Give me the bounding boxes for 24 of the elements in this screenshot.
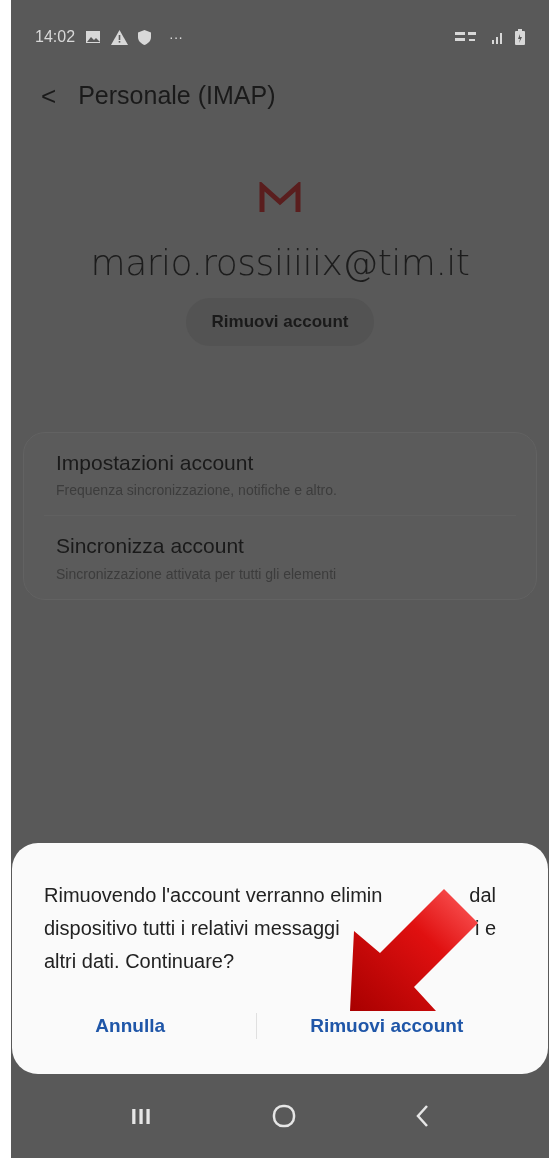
shield-icon <box>138 29 152 45</box>
home-button[interactable] <box>271 1104 296 1128</box>
signal-icon <box>491 30 505 44</box>
page-title: Personale (IMAP) <box>78 80 276 112</box>
recent-apps-button[interactable]: III <box>130 1099 153 1133</box>
warning-icon <box>111 29 129 45</box>
setting-title[interactable]: Impostazioni account <box>56 446 504 478</box>
mail-logo-icon <box>257 182 303 214</box>
back-button[interactable]: < <box>41 83 57 109</box>
status-time: 14:02 <box>35 27 76 47</box>
image-icon <box>85 30 102 44</box>
dialog-message: i e <box>474 915 496 941</box>
remove-account-button[interactable]: Rimuovi account <box>185 298 375 346</box>
remove-account-button[interactable]: Rimuovi account <box>257 1005 516 1046</box>
cancel-button[interactable]: Annulla <box>44 1005 217 1046</box>
dialog-message: dispositivo tutti i relativi messaggi <box>44 915 340 941</box>
back-icon[interactable] <box>415 1104 430 1128</box>
account-email: mario.rossiiiiix@tim.it <box>90 241 470 285</box>
dialog-message: altri dati. Continuare? <box>44 948 235 974</box>
battery-icon <box>515 29 525 45</box>
dialog-message: Rimuovendo l'account verranno elimin <box>44 882 383 908</box>
more-notifications-icon: ··· <box>169 26 184 48</box>
dialog-message: dal <box>469 882 496 908</box>
setting-title[interactable]: Sincronizza account <box>56 530 504 562</box>
